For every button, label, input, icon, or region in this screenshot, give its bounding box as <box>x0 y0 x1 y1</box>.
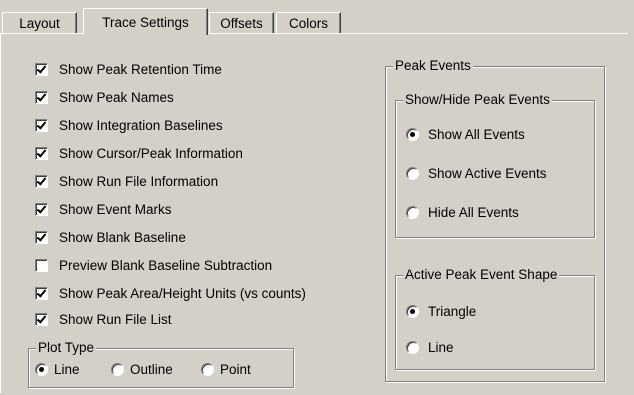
radio-label: Show Active Events <box>428 165 547 181</box>
checkbox-label: Show Peak Retention Time <box>59 61 222 77</box>
radio-circle[interactable] <box>406 304 419 318</box>
checkbox-label: Show Event Marks <box>59 201 172 217</box>
checkbox-label: Show Run File Information <box>59 173 219 189</box>
tab-offsets[interactable]: Offsets <box>209 12 274 33</box>
checkbox-show-integration-baselines[interactable]: Show Integration Baselines <box>35 115 223 135</box>
show-hide-legend: Show/Hide Peak Events <box>403 92 552 108</box>
radio-label: Hide All Events <box>428 204 519 220</box>
radio-circle[interactable] <box>406 340 419 354</box>
show-all-events-radio[interactable]: Show All Events <box>406 124 525 144</box>
checkbox-label: Show Run File List <box>59 311 172 327</box>
checkbox-box[interactable] <box>35 312 48 326</box>
checkbox-box[interactable] <box>35 62 48 76</box>
checkbox-show-blank-baseline[interactable]: Show Blank Baseline <box>35 227 186 247</box>
plot-type-line-radio[interactable]: Line <box>35 359 80 379</box>
radio-label: Point <box>220 361 251 377</box>
checkbox-label: Preview Blank Baseline Subtraction <box>59 257 273 273</box>
triangle-shape-radio[interactable]: Triangle <box>406 301 476 321</box>
line-shape-radio[interactable]: Line <box>406 337 454 357</box>
checkbox-box[interactable] <box>35 286 48 300</box>
checkbox-box[interactable] <box>35 90 48 104</box>
checkbox-show-event-marks[interactable]: Show Event Marks <box>35 199 172 219</box>
radio-label: Line <box>54 361 80 377</box>
checkbox-show-peak-retention-time[interactable]: Show Peak Retention Time <box>35 59 222 79</box>
checkbox-label: Show Peak Area/Height Units (vs counts) <box>59 285 306 301</box>
checkbox-label: Show Integration Baselines <box>59 117 223 133</box>
radio-circle[interactable] <box>201 362 214 376</box>
tab-label: Layout <box>19 15 60 31</box>
checkbox-box[interactable] <box>35 118 48 132</box>
checkbox-preview-blank-baseline-subtraction[interactable]: Preview Blank Baseline Subtraction <box>35 255 272 275</box>
plot-type-point-radio[interactable]: Point <box>201 359 251 379</box>
tab-layout[interactable]: Layout <box>2 12 77 33</box>
checkbox-show-cursor-peak-information[interactable]: Show Cursor/Peak Information <box>35 143 243 163</box>
checkbox-box[interactable] <box>35 202 48 216</box>
radio-label: Line <box>428 339 454 355</box>
tab-label: Trace Settings <box>102 14 189 30</box>
show-active-events-radio[interactable]: Show Active Events <box>406 163 547 183</box>
tab-colors[interactable]: Colors <box>276 12 341 33</box>
checkbox-label: Show Blank Baseline <box>59 229 186 245</box>
radio-circle[interactable] <box>406 166 419 180</box>
radio-circle[interactable] <box>406 205 419 219</box>
radio-label: Outline <box>130 361 173 377</box>
plot-type-legend: Plot Type <box>36 340 97 356</box>
radio-circle[interactable] <box>406 127 419 141</box>
checkbox-box[interactable] <box>35 230 48 244</box>
peak-events-legend: Peak Events <box>393 58 473 74</box>
tab-label: Colors <box>288 15 328 31</box>
plot-type-outline-radio[interactable]: Outline <box>111 359 173 379</box>
checkbox-label: Show Peak Names <box>59 89 174 105</box>
tab-label: Offsets <box>220 15 263 31</box>
checkbox-box[interactable] <box>35 146 48 160</box>
radio-label: Show All Events <box>428 126 525 142</box>
radio-label: Triangle <box>428 303 477 319</box>
checkbox-show-peak-area-height-units[interactable]: Show Peak Area/Height Units (vs counts) <box>35 283 306 303</box>
checkbox-show-run-file-information[interactable]: Show Run File Information <box>35 171 218 191</box>
shape-legend: Active Peak Event Shape <box>403 267 560 283</box>
checkbox-show-peak-names[interactable]: Show Peak Names <box>35 87 174 107</box>
tab-strip: Layout Trace Settings Offsets Colors <box>0 8 634 35</box>
checkbox-show-run-file-list[interactable]: Show Run File List <box>35 309 172 329</box>
checkbox-box[interactable] <box>35 258 48 272</box>
checkbox-box[interactable] <box>35 174 48 188</box>
tab-trace-settings[interactable]: Trace Settings <box>83 8 208 35</box>
checkbox-label: Show Cursor/Peak Information <box>59 145 243 161</box>
hide-all-events-radio[interactable]: Hide All Events <box>406 202 519 222</box>
radio-circle[interactable] <box>35 362 48 376</box>
radio-circle[interactable] <box>111 362 124 376</box>
